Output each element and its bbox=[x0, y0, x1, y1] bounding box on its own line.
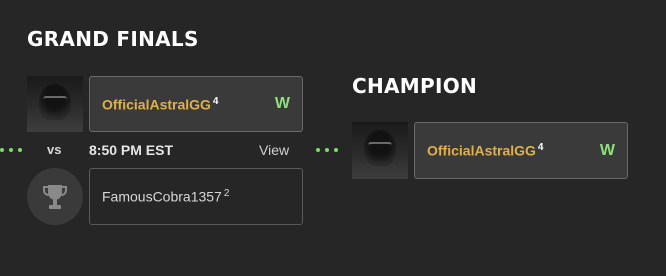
avatar-top-player[interactable] bbox=[27, 76, 83, 132]
trophy-icon bbox=[43, 184, 67, 209]
champion-title: CHAMPION bbox=[352, 74, 478, 98]
top-player-name: OfficialAstralGG bbox=[102, 96, 211, 113]
top-player-name-wrap: OfficialAstralGG 4 bbox=[102, 96, 218, 113]
view-match-link[interactable]: View bbox=[259, 142, 289, 158]
bottom-player-name-wrap: FamousCobra1357 2 bbox=[102, 188, 229, 205]
champion-result: W bbox=[599, 141, 615, 159]
dots-connector-mid bbox=[316, 148, 338, 152]
champion-slot[interactable]: OfficialAstralGG 4 W bbox=[414, 122, 628, 179]
bottom-player-seed: 2 bbox=[223, 188, 230, 200]
bottom-player-slot[interactable]: FamousCobra1357 2 bbox=[89, 168, 303, 225]
top-player-seed: 4 bbox=[212, 95, 219, 107]
vs-label: vs bbox=[47, 142, 62, 157]
top-player-slot[interactable]: OfficialAstralGG 4 W bbox=[89, 76, 303, 132]
trophy-placeholder bbox=[27, 168, 83, 225]
avatar-champion[interactable] bbox=[352, 122, 408, 179]
dots-connector-left bbox=[0, 148, 22, 152]
grand-finals-title: GRAND FINALS bbox=[27, 27, 199, 51]
champion-seed: 4 bbox=[537, 142, 544, 154]
champion-name-wrap: OfficialAstralGG 4 bbox=[427, 142, 543, 159]
bottom-player-name: FamousCobra1357 bbox=[102, 188, 222, 205]
champion-name: OfficialAstralGG bbox=[427, 142, 536, 159]
top-player-result: W bbox=[274, 95, 290, 112]
match-time: 8:50 PM EST bbox=[89, 142, 174, 158]
